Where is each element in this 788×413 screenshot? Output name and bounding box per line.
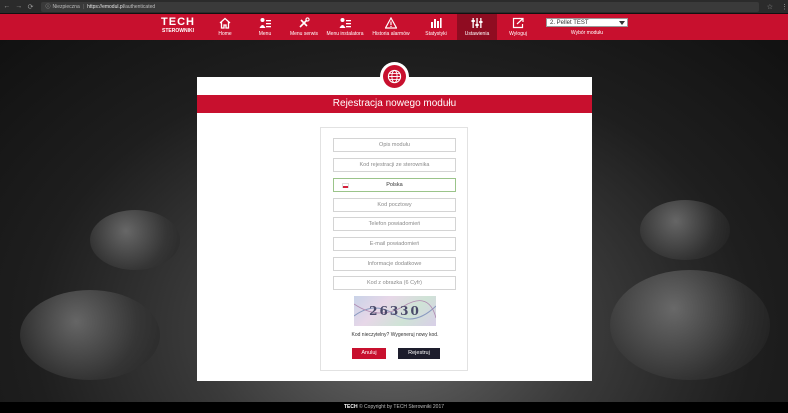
module-description-input[interactable]: Opis modułu xyxy=(333,138,456,152)
page-title: Rejestracja nowego modułu xyxy=(197,95,592,113)
browser-menu-icon[interactable]: ⋮ xyxy=(781,3,788,11)
nav-settings[interactable]: Ustawienia xyxy=(457,14,497,40)
tech-logo[interactable]: TECH STEROWNIKI xyxy=(158,17,198,35)
language-select[interactable]: Polska xyxy=(333,178,456,192)
address-bar[interactable]: ⓘ Niezpieczna | https://emodul.pl/authen… xyxy=(41,1,759,12)
globe-icon xyxy=(387,69,402,84)
forward-icon[interactable]: → xyxy=(14,3,24,10)
security-label: Niezpieczna xyxy=(52,3,80,10)
nav-alarm-history-label: Historia alarmów xyxy=(372,31,410,37)
nav-logout[interactable]: Wyloguj xyxy=(499,14,537,40)
stats-icon xyxy=(431,18,442,28)
nav-statistics[interactable]: Statystyki xyxy=(417,14,455,40)
settings-icon xyxy=(471,18,483,28)
module-badge xyxy=(380,62,409,91)
star-icon[interactable]: ☆ xyxy=(767,3,773,11)
nav-home-label: Home xyxy=(218,31,232,37)
module-select-value: 2. Pellet TEST xyxy=(550,20,589,26)
nav-settings-label: Ustawienia xyxy=(464,31,490,37)
alarm-icon xyxy=(385,17,397,29)
notification-phone-input[interactable]: Telefon powiadomień xyxy=(333,217,456,231)
browser-toolbar: ← → ⟳ ⓘ Niezpieczna | https://emodul.pl /… xyxy=(0,0,788,14)
nav-home[interactable]: Home xyxy=(206,14,244,40)
nav-menu[interactable]: Menu xyxy=(246,14,284,40)
captcha-text: 26330 xyxy=(369,304,421,318)
url-path: /authenticated xyxy=(123,3,156,10)
chevron-down-icon xyxy=(619,21,625,25)
additional-info-input[interactable]: Informacje dodatkowe xyxy=(333,257,456,271)
nav-menu-label: Menu xyxy=(258,31,272,37)
logout-icon xyxy=(512,17,524,29)
nav-service-menu-label: Menu serwis xyxy=(289,31,319,37)
footer-logo: TECH xyxy=(343,404,358,410)
home-icon xyxy=(219,17,231,29)
footer-copyright: © Copyright by TECH Sterowniki 2017 xyxy=(358,404,445,410)
postal-code-input[interactable]: Kod pocztowy xyxy=(333,198,456,212)
captcha-image: 26330 xyxy=(354,296,436,326)
footer: TECH © Copyright by TECH Sterowniki 2017 xyxy=(0,402,788,413)
language-select-value: Polska xyxy=(386,182,403,188)
register-button[interactable]: Rejestruj xyxy=(398,348,440,359)
reload-icon[interactable]: ⟳ xyxy=(26,3,36,11)
nav-statistics-label: Statystyki xyxy=(425,31,447,37)
notification-email-input[interactable]: E-mail powiadomień xyxy=(333,237,456,251)
nav-service-menu[interactable]: Menu serwis xyxy=(285,14,323,40)
back-icon[interactable]: ← xyxy=(2,3,12,10)
polish-flag-icon xyxy=(342,183,349,188)
nav-logout-label: Wyloguj xyxy=(509,31,527,37)
module-select-label: Wybór modułu xyxy=(570,30,604,36)
module-select[interactable]: 2. Pellet TEST xyxy=(546,18,628,27)
nav-installer-menu[interactable]: Menu instalatora xyxy=(326,14,364,40)
url-host: https://emodul.pl xyxy=(87,3,124,10)
info-icon[interactable]: ⓘ xyxy=(45,3,50,10)
cancel-button[interactable]: Anuluj xyxy=(352,348,386,359)
captcha-code-input[interactable]: Kod z obrazka (6 Cyfr) xyxy=(333,276,456,290)
captcha-regenerate-link[interactable]: Kod nieczytelny? Wygeneruj nowy kod. xyxy=(321,332,469,338)
tools-icon xyxy=(299,17,310,28)
app-header: TECH STEROWNIKI Home Menu Menu serwis Me… xyxy=(0,14,788,40)
registration-form: Opis modułu Kod rejestracji ze sterownik… xyxy=(320,127,468,371)
nav-alarm-history[interactable]: Historia alarmów xyxy=(372,14,410,40)
registration-code-input[interactable]: Kod rejestracji ze sterownika xyxy=(333,158,456,172)
url-separator: | xyxy=(82,3,85,10)
installer-icon xyxy=(339,18,351,28)
nav-installer-menu-label: Menu instalatora xyxy=(326,31,364,37)
registration-card: Rejestracja nowego modułu Opis modułu Ko… xyxy=(197,62,592,381)
menu-icon xyxy=(259,18,271,28)
